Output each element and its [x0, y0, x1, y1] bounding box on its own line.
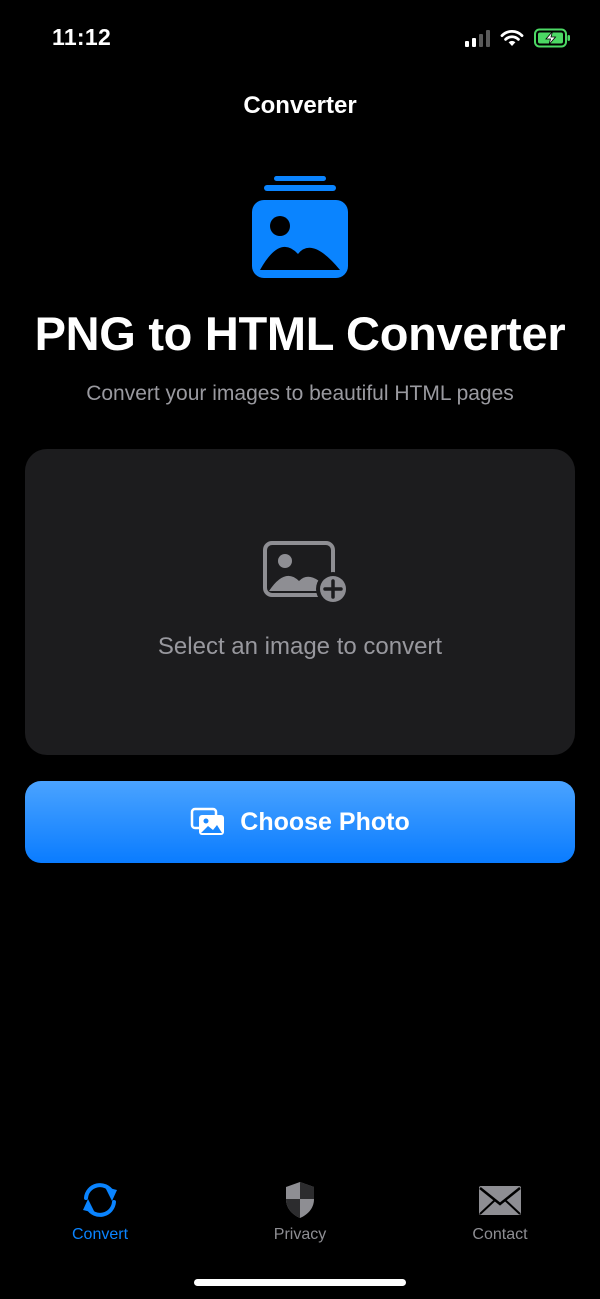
tab-contact-label: Contact — [472, 1226, 528, 1243]
image-preview-area[interactable]: Select an image to convert — [25, 449, 575, 755]
battery-charging-icon — [534, 28, 570, 48]
envelope-icon — [479, 1186, 521, 1215]
cellular-signal-icon — [465, 29, 490, 47]
tab-convert[interactable]: Convert — [30, 1180, 170, 1244]
tab-bar: Convert Privacy Contact — [0, 1170, 600, 1260]
wifi-icon — [500, 30, 524, 46]
page-subtitle: Convert your images to beautiful HTML pa… — [86, 382, 514, 405]
tab-privacy[interactable]: Privacy — [230, 1180, 370, 1244]
choose-photo-label: Choose Photo — [240, 807, 410, 836]
photos-icon — [191, 807, 225, 835]
tab-privacy-label: Privacy — [273, 1226, 327, 1243]
arrows-circle-icon — [83, 1183, 117, 1217]
nav-title: Converter — [243, 92, 357, 119]
status-time: 11:12 — [52, 24, 112, 50]
home-indicator[interactable] — [194, 1279, 406, 1286]
shield-icon — [286, 1182, 314, 1218]
tab-contact[interactable]: Contact — [430, 1180, 570, 1244]
photo-stack-icon — [252, 176, 348, 278]
page-title: PNG to HTML Converter — [34, 307, 566, 360]
photo-badge-plus-icon — [263, 541, 350, 606]
status-bar: 11:12 — [0, 0, 600, 80]
tab-convert-label: Convert — [71, 1226, 129, 1243]
drop-area-placeholder: Select an image to convert — [157, 633, 443, 660]
choose-photo-button[interactable]: Choose Photo — [25, 781, 575, 863]
status-icons — [465, 28, 572, 48]
